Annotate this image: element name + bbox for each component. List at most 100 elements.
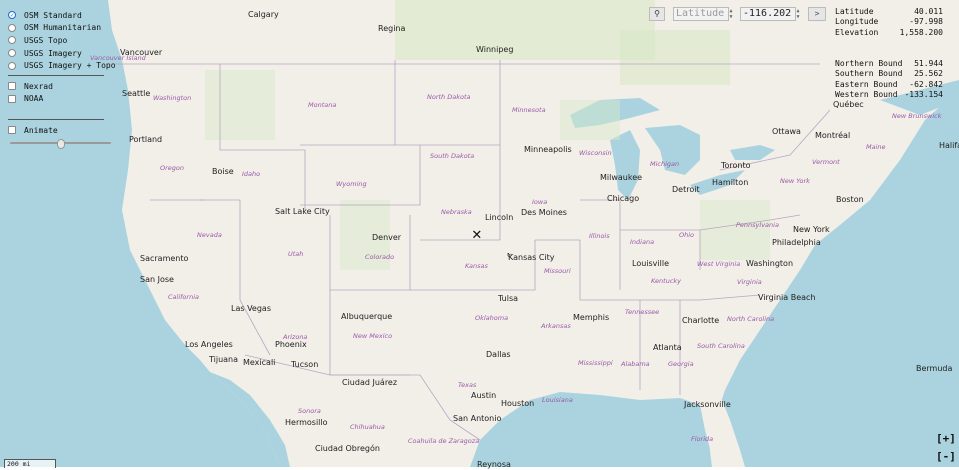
longitude-spinner[interactable]: ▲ ▼ [795,8,801,20]
walk-mode-button[interactable]: ⚲ [649,7,665,21]
city-label: San Antonio [453,414,502,423]
region-label: Wyoming [336,180,367,188]
eastern-bound-value: -62.842 [909,80,943,89]
city-label: Portland [129,135,163,144]
city-label: Kansas City [508,253,555,262]
overlay-label: Nexrad [24,81,53,91]
city-label: Tijuana [209,355,239,364]
latitude-value: 40.011 [914,7,943,16]
city-label: Hamilton [712,178,749,187]
city-label: Charlotte [682,316,720,325]
city-label: Las Vegas [231,304,271,313]
radio-selected-icon[interactable]: ✓ [8,11,16,20]
base-layer-label: USGS Topo [24,35,68,45]
region-label: Oregon [160,164,185,172]
radio-icon[interactable] [8,61,16,70]
city-label: San Jose [140,275,174,284]
region-label: Nevada [197,231,222,239]
region-label: Wisconsin [579,149,612,157]
city-label: Halifax [939,141,959,150]
longitude-input[interactable]: -116.202 [740,7,796,21]
city-label: Reynosa [477,460,511,469]
radio-icon[interactable] [8,36,16,45]
go-button[interactable]: > [808,7,826,21]
region-label: Arizona [283,333,308,341]
radio-icon[interactable] [8,49,16,58]
person-icon: ⚲ [654,9,660,18]
western-bound-label: Western Bound [835,90,898,99]
region-label: New Mexico [353,332,393,340]
region-label: New Brunswick [892,112,942,120]
radio-icon[interactable] [8,23,16,32]
region-label: Minnesota [512,106,546,114]
animate-slider[interactable] [10,139,111,149]
city-label: Jacksonville [684,400,731,409]
city-label: Houston [501,399,535,408]
region-label: Montana [308,101,337,109]
region-label: Coahuila de Zaragoza [408,437,480,445]
base-layer-option[interactable]: USGS Imagery [8,47,116,60]
overlay-option[interactable]: NOAA [8,93,116,106]
base-layer-option[interactable]: USGS Topo [8,34,116,47]
latitude-readout: Latitude 40.011 [835,7,943,18]
city-label: Milwaukee [600,173,643,182]
city-label: Lincoln [485,213,514,222]
latitude-label: Latitude [835,7,874,16]
western-bound-value: -133.154 [904,90,943,99]
base-layer-option[interactable]: OSM Humanitarian [8,22,116,35]
overlay-label: NOAA [24,94,44,104]
region-label: Texas [458,381,477,389]
latitude-spinner[interactable]: ▲ ▼ [728,8,734,20]
zoom-out-button[interactable]: [-] [936,450,956,463]
city-label: Ottawa [772,127,801,136]
region-label: North Dakota [427,93,471,101]
city-label: Denver [372,233,402,242]
divider [8,74,104,76]
region-label: Louisiana [542,396,573,404]
city-label: Toronto [721,161,751,170]
base-layer-option[interactable]: USGS Imagery + Topo [8,59,116,72]
map-center-marker-icon: ✕ [472,224,482,243]
city-label: Dallas [486,350,511,359]
longitude-readout: Longitude -97.998 [835,17,943,28]
city-label: Calgary [248,10,279,19]
elevation-readout: Elevation 1,558.200 [835,28,943,39]
overlay-checkbox[interactable] [8,94,16,103]
city-label: Detroit [672,185,700,194]
city-label: Hermosillo [285,418,328,427]
region-label: Kansas [465,262,488,270]
overlay-checkbox[interactable] [8,82,16,91]
region-label: Virginia [737,278,762,286]
region-label: Iowa [532,198,548,206]
city-label: Memphis [573,313,610,322]
city-label: Salt Lake City [275,207,330,216]
overlay-option[interactable]: Nexrad [8,80,116,93]
base-layer-list: ✓ OSM Standard OSM Humanitarian USGS Topo US… [8,9,116,72]
city-label: Virginia Beach [758,293,816,302]
elevation-value: 1,558.200 [899,28,943,37]
animate-toggle[interactable]: Animate [8,124,116,137]
zoom-in-button[interactable]: [+] [936,432,956,445]
city-label: Austin [471,391,497,400]
slider-handle[interactable] [56,139,65,149]
region-label: Indiana [630,238,655,246]
western-bound-readout: Western Bound -133.154 [835,90,943,101]
region-label: Tennessee [625,308,660,316]
overlay-list: Nexrad NOAA [8,80,116,105]
city-label: Ciudad Juárez [342,378,398,387]
animate-checkbox[interactable] [8,126,16,135]
region-label: Kentucky [651,277,682,285]
region-label: Missouri [544,267,571,275]
city-label: Regina [378,24,406,33]
longitude-value: -97.998 [909,17,943,26]
base-layer-label: USGS Imagery + Topo [24,61,116,71]
region-label: Chihuahua [350,423,385,431]
latitude-input[interactable]: Latitude [673,7,729,21]
city-label: Philadelphia [772,238,821,247]
city-label: Des Moines [521,208,567,217]
region-label: Idaho [242,170,261,178]
region-label: Florida [691,435,714,443]
base-layer-label: USGS Imagery [24,48,82,58]
base-layer-option[interactable]: ✓ OSM Standard [8,9,116,22]
city-label: Boston [836,195,864,204]
